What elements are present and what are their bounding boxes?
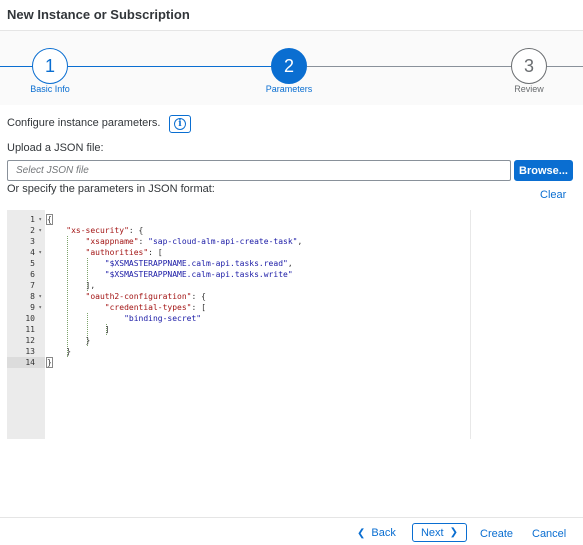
line-number: 3: [7, 236, 45, 247]
code-line: "binding-secret": [124, 314, 202, 323]
step-number: 1: [44, 55, 55, 76]
fold-arrow-icon[interactable]: ▾: [38, 247, 42, 258]
step-connector: [307, 66, 511, 67]
fold-arrow-icon[interactable]: ▾: [38, 302, 42, 313]
line-number: 14: [7, 357, 45, 368]
line-number-text: 9: [30, 303, 35, 312]
line-number-text: 6: [30, 270, 35, 279]
wizard-step-1[interactable]: 1: [32, 48, 68, 84]
line-number: 10: [7, 313, 45, 324]
code-line: "$XSMASTERAPPNAME.calm-api.tasks.read",: [104, 259, 293, 268]
chevron-right-icon: ❯: [449, 527, 458, 538]
wizard-step-2-label[interactable]: Parameters: [249, 84, 329, 94]
code-line: }: [47, 336, 91, 345]
wizard-progress: 1 2 3 Basic Info Parameters Review: [0, 31, 583, 105]
code-line: "xsappname": "sap-cloud-alm-api-create-t…: [85, 237, 303, 246]
code-line: ]: [47, 325, 110, 334]
parameters-form: Configure instance parameters. i Upload …: [0, 105, 583, 517]
step-connector: [547, 66, 583, 67]
step-number: 2: [283, 55, 294, 76]
info-icon: i: [174, 118, 186, 130]
wizard-step-3-label: Review: [514, 84, 544, 94]
line-number-text: 4: [30, 248, 35, 257]
line-number: 4 ▾: [7, 247, 45, 258]
next-label: Next: [420, 526, 444, 539]
wizard-step-3[interactable]: 3: [511, 48, 547, 84]
line-number-text: 14: [25, 358, 35, 367]
line-number-text: 1: [30, 215, 35, 224]
back-label: Back: [371, 527, 396, 539]
chevron-left-icon: ❮: [357, 527, 366, 539]
code-line: {: [46, 214, 53, 225]
json-editor[interactable]: 1 ▾ 2 ▾ 3 4 ▾ 5 6 7 8 ▾ 9 ▾ 10 11 12 13 14 { "xs-security"…: [7, 210, 573, 439]
line-number: 11: [7, 324, 45, 335]
code-line: "credential-types": [: [104, 303, 206, 312]
fold-arrow-icon[interactable]: ▾: [38, 214, 42, 225]
dialog-title: New Instance or Subscription: [7, 7, 190, 22]
line-number: 2 ▾: [7, 225, 45, 236]
line-number: 1 ▾: [7, 214, 45, 225]
print-margin: [470, 210, 471, 439]
line-number-text: 2: [30, 226, 35, 235]
info-button[interactable]: i: [169, 115, 191, 133]
line-number-text: 8: [30, 292, 35, 301]
line-number-text: 12: [25, 336, 35, 345]
dialog-footer: ❮ Back Next ❯ Create Cancel: [0, 517, 583, 545]
line-number-text: 10: [25, 314, 35, 323]
line-number-text: 7: [30, 281, 35, 290]
line-number: 5: [7, 258, 45, 269]
step-connector: [0, 66, 33, 67]
line-number: 9 ▾: [7, 302, 45, 313]
dialog-header: New Instance or Subscription: [0, 0, 583, 31]
line-number-text: 13: [25, 347, 35, 356]
step-connector: [68, 66, 272, 67]
code-line: "$XSMASTERAPPNAME.calm-api.tasks.write": [104, 270, 293, 279]
line-number: 13: [7, 346, 45, 357]
fold-arrow-icon[interactable]: ▾: [38, 225, 42, 236]
code-line: "authorities": [: [85, 248, 163, 257]
upload-label: Upload a JSON file:: [7, 142, 104, 154]
back-button[interactable]: ❮ Back: [357, 525, 396, 541]
line-number: 12: [7, 335, 45, 346]
line-number: 6: [7, 269, 45, 280]
code-line: }: [47, 347, 72, 356]
clear-link[interactable]: Clear: [540, 189, 566, 201]
fold-arrow-icon[interactable]: ▾: [38, 291, 42, 302]
json-file-input[interactable]: [7, 160, 511, 181]
configure-text: Configure instance parameters.: [7, 117, 161, 129]
line-number: 7: [7, 280, 45, 291]
step-number: 3: [523, 55, 534, 76]
line-number-text: 3: [30, 237, 35, 246]
cancel-button[interactable]: Cancel: [532, 528, 566, 540]
editor-gutter: 1 ▾ 2 ▾ 3 4 ▾ 5 6 7 8 ▾ 9 ▾ 10 11 12 13 14: [7, 210, 45, 439]
line-number-text: 11: [25, 325, 35, 334]
wizard-step-1-label[interactable]: Basic Info: [10, 84, 90, 94]
create-button[interactable]: Create: [480, 528, 513, 540]
code-line: "oauth2-configuration": {: [85, 292, 206, 301]
code-line: }: [46, 357, 53, 368]
line-number: 8 ▾: [7, 291, 45, 302]
code-line: "xs-security": {: [66, 226, 144, 235]
browse-button[interactable]: Browse...: [514, 160, 573, 181]
specify-label: Or specify the parameters in JSON format…: [7, 183, 215, 195]
next-button[interactable]: Next ❯: [412, 523, 467, 542]
line-number-text: 5: [30, 259, 35, 268]
wizard-step-2[interactable]: 2: [271, 48, 307, 84]
code-line: ],: [47, 281, 96, 290]
